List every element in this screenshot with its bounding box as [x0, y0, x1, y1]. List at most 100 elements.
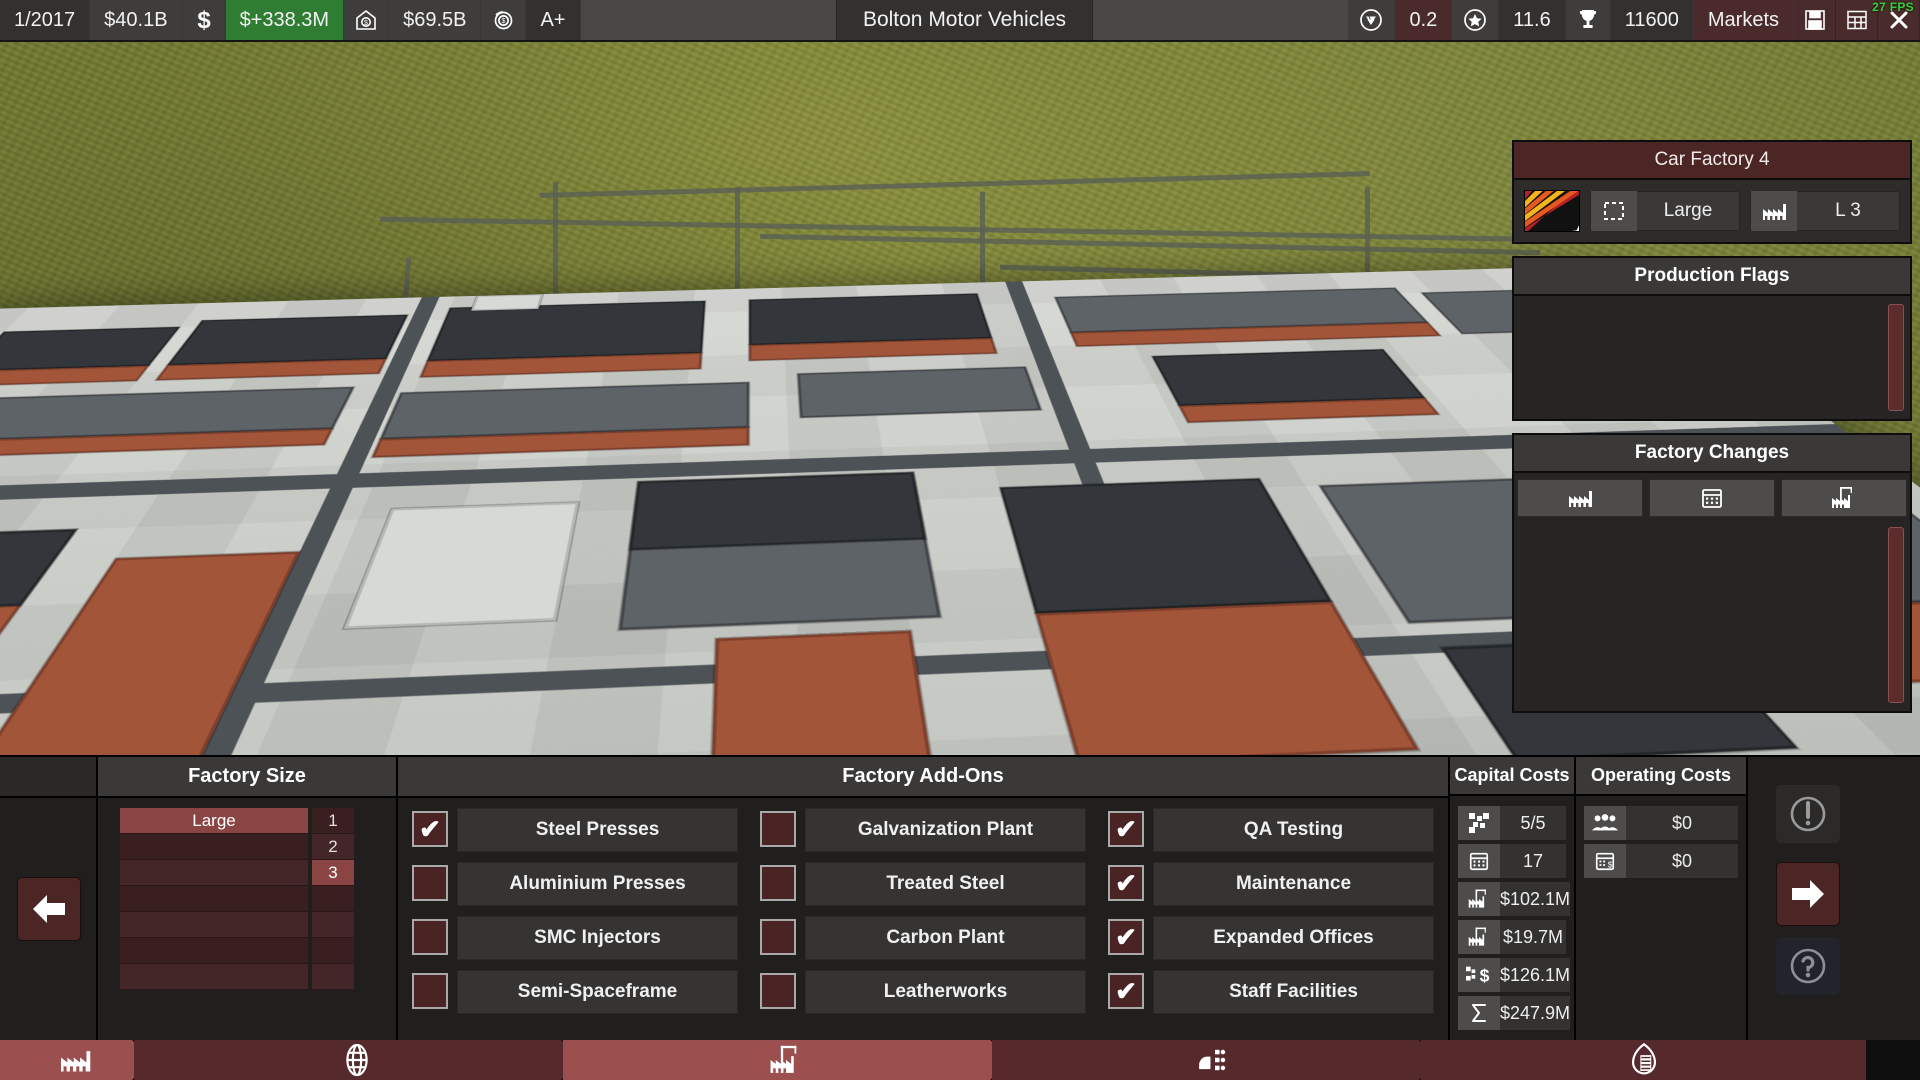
addon-item[interactable]: ✔ Carbon Plant	[760, 916, 1086, 960]
factory-size-selector[interactable]: Large 1 2 3	[98, 798, 396, 1000]
checkbox-checked[interactable]: ✔	[1108, 919, 1144, 955]
size-option[interactable]	[120, 912, 308, 938]
addon-label[interactable]: QA Testing	[1153, 808, 1434, 852]
tab-construction[interactable]	[1781, 479, 1907, 517]
spacer-header	[0, 757, 96, 798]
cost-value: $19.7M	[1500, 920, 1566, 954]
nav-world[interactable]	[134, 1040, 579, 1080]
company-value: $40.1B	[90, 0, 182, 40]
addon-label[interactable]: Carbon Plant	[805, 916, 1086, 960]
production-flags-list[interactable]	[1512, 296, 1912, 421]
addon-item[interactable]: ✔ SMC Injectors	[412, 916, 738, 960]
addon-item[interactable]: ✔ Galvanization Plant	[760, 808, 1086, 852]
dashed-square-icon	[1591, 191, 1637, 231]
exclamation-circle-icon[interactable]	[1776, 785, 1840, 843]
building	[798, 367, 1042, 418]
size-number[interactable]: 1	[312, 808, 354, 834]
factory-size-number-list[interactable]: 1 2 3	[312, 808, 354, 990]
size-number[interactable]	[312, 964, 354, 990]
addon-label[interactable]: Treated Steel	[805, 862, 1086, 906]
floppy-save-icon[interactable]	[1794, 0, 1836, 40]
scrollbar-thumb[interactable]	[1888, 304, 1904, 411]
factory-size-display[interactable]: Large	[1590, 191, 1740, 231]
factory-crane-icon	[1458, 882, 1500, 916]
size-option[interactable]	[120, 938, 308, 964]
capital-costs-list: 5/5 17	[1450, 796, 1574, 1044]
checkbox-checked[interactable]: ✔	[412, 811, 448, 847]
checkbox-unchecked[interactable]: ✔	[412, 919, 448, 955]
factory-summary-box: Large L 3	[1512, 180, 1912, 244]
checkbox-checked[interactable]: ✔	[1108, 811, 1144, 847]
cost-row: $0	[1584, 806, 1738, 840]
nav-car-design[interactable]	[992, 1040, 1437, 1080]
cost-row: 5/5	[1458, 806, 1566, 840]
cost-value: $102.1M	[1500, 882, 1570, 916]
addon-item[interactable]: ✔ Leatherworks	[760, 970, 1086, 1014]
cost-row: $247.9M	[1458, 996, 1566, 1030]
addon-label[interactable]: Galvanization Plant	[805, 808, 1086, 852]
addon-item[interactable]: ✔ Treated Steel	[760, 862, 1086, 906]
checkbox-unchecked[interactable]: ✔	[412, 865, 448, 901]
cost-row: $102.1M	[1458, 882, 1566, 916]
size-number[interactable]: 3	[312, 860, 354, 886]
bank-value: $69.5B	[389, 0, 481, 40]
factory-changes-list[interactable]	[1512, 473, 1912, 713]
scrollbar-thumb[interactable]	[1888, 527, 1904, 703]
nav-engine[interactable]	[1421, 1040, 1866, 1080]
addon-item[interactable]: ✔ Steel Presses	[412, 808, 738, 852]
addon-label[interactable]: Leatherworks	[805, 970, 1086, 1014]
factory-changes-tabs	[1514, 473, 1910, 517]
addon-item[interactable]: ✔ Maintenance	[1108, 862, 1434, 906]
nav-construction[interactable]	[563, 1040, 1008, 1080]
checkbox-unchecked[interactable]: ✔	[760, 865, 796, 901]
checkbox-checked[interactable]: ✔	[1108, 865, 1144, 901]
checkbox-unchecked[interactable]: ✔	[412, 973, 448, 1009]
question-circle-icon[interactable]	[1776, 937, 1840, 995]
fps-counter: 27 FPS	[1872, 0, 1914, 14]
building	[1152, 349, 1425, 405]
addon-item[interactable]: ✔ Staff Facilities	[1108, 970, 1434, 1014]
addon-item[interactable]: ✔ QA Testing	[1108, 808, 1434, 852]
size-number[interactable]: 2	[312, 834, 354, 860]
addon-label[interactable]: Maintenance	[1153, 862, 1434, 906]
factory-level-display[interactable]: L 3	[1750, 191, 1900, 231]
forward-arrow-icon[interactable]	[1776, 862, 1840, 926]
factory-crane-icon	[1458, 920, 1500, 954]
size-option[interactable]	[120, 860, 308, 886]
checkbox-unchecked[interactable]: ✔	[760, 973, 796, 1009]
addon-label[interactable]: Steel Presses	[457, 808, 738, 852]
size-option[interactable]	[120, 886, 308, 912]
trophy-value: 11600	[1611, 0, 1694, 40]
markets-button[interactable]: Markets	[1694, 0, 1794, 40]
addon-item[interactable]: ✔ Expanded Offices	[1108, 916, 1434, 960]
capital-costs-title: Capital Costs	[1450, 757, 1574, 796]
addon-item[interactable]: ✔ Semi-Spaceframe	[412, 970, 738, 1014]
size-number[interactable]	[312, 886, 354, 912]
factory-changes-scrollbar[interactable]	[1888, 527, 1904, 703]
addon-label[interactable]: Semi-Spaceframe	[457, 970, 738, 1014]
size-option[interactable]	[120, 834, 308, 860]
addon-item[interactable]: ✔ Aluminium Presses	[412, 862, 738, 906]
size-number[interactable]	[312, 912, 354, 938]
building	[710, 631, 938, 755]
back-arrow-icon[interactable]	[17, 877, 81, 941]
tab-schedule[interactable]	[1649, 479, 1775, 517]
addon-label[interactable]: Aluminium Presses	[457, 862, 738, 906]
factory-size-name-list[interactable]: Large	[120, 808, 308, 990]
checkbox-unchecked[interactable]: ✔	[760, 919, 796, 955]
addon-label[interactable]: Staff Facilities	[1153, 970, 1434, 1014]
size-option[interactable]: Large	[120, 808, 308, 834]
cost-value: $0	[1626, 844, 1738, 878]
svg-text:$: $	[197, 7, 211, 33]
size-option[interactable]	[120, 964, 308, 990]
bottom-right-column	[1748, 757, 1920, 1040]
checkbox-unchecked[interactable]: ✔	[760, 811, 796, 847]
factory-level-label: L 3	[1797, 200, 1899, 222]
nav-factory[interactable]	[0, 1040, 150, 1080]
checkbox-checked[interactable]: ✔	[1108, 973, 1144, 1009]
addon-label[interactable]: SMC Injectors	[457, 916, 738, 960]
production-flags-scrollbar[interactable]	[1888, 304, 1904, 411]
size-number[interactable]	[312, 938, 354, 964]
tab-factory-overview[interactable]	[1517, 479, 1643, 517]
addon-label[interactable]: Expanded Offices	[1153, 916, 1434, 960]
